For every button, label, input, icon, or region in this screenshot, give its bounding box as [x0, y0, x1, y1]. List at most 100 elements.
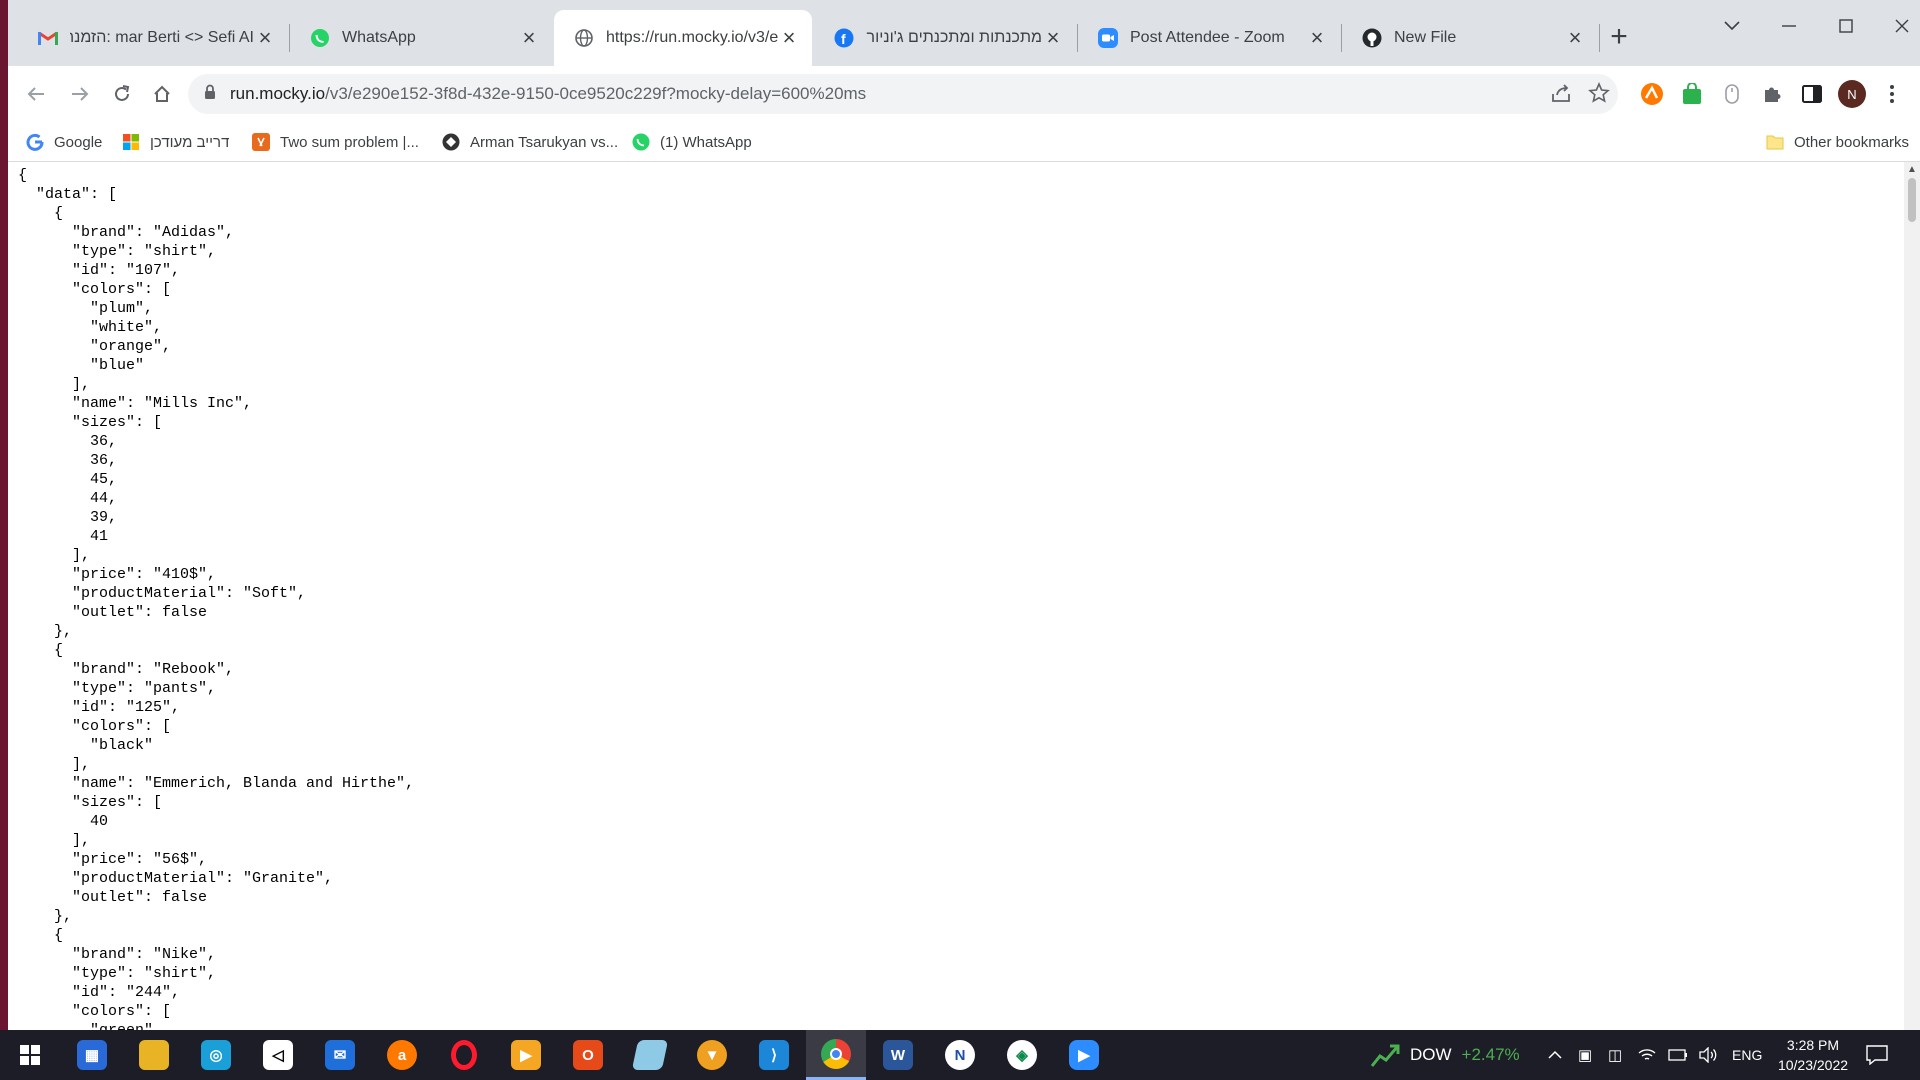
- taskbar-app[interactable]: N: [930, 1030, 990, 1080]
- reload-button[interactable]: [104, 76, 140, 112]
- tray-icon-volume[interactable]: [1698, 1030, 1718, 1080]
- taskbar-app[interactable]: [620, 1030, 680, 1080]
- app-icon: ▼: [697, 1040, 727, 1070]
- close-icon[interactable]: ×: [1564, 25, 1586, 50]
- stock-widget[interactable]: DOW +2.47%: [1370, 1030, 1520, 1080]
- extension-button[interactable]: [1714, 76, 1750, 112]
- close-window-button[interactable]: [1874, 6, 1920, 46]
- new-tab-button[interactable]: +: [1602, 20, 1636, 54]
- extension-button[interactable]: [1674, 76, 1710, 112]
- extension-button[interactable]: [1634, 76, 1670, 112]
- json-response: { "data": [ { "brand": "Adidas", "type":…: [18, 167, 415, 1030]
- taskbar-chrome[interactable]: [806, 1030, 866, 1080]
- stock-name: DOW: [1410, 1045, 1452, 1064]
- close-icon[interactable]: ×: [254, 25, 276, 50]
- opera-icon: [451, 1040, 477, 1070]
- scroll-up-icon[interactable]: ▲: [1907, 164, 1917, 175]
- zoom-icon: [1098, 28, 1118, 48]
- volume-icon: [1699, 1047, 1717, 1063]
- folder-icon: [1766, 133, 1784, 151]
- tab-facebook[interactable]: f מתכנתות ומתכנתים ג'וניורים ×: [814, 10, 1076, 66]
- notifications-button[interactable]: [1866, 1030, 1888, 1080]
- tab-title: מתכנתות ומתכנתים ג'וניורים: [866, 29, 1042, 46]
- taskbar-office[interactable]: O: [558, 1030, 618, 1080]
- tab-whatsapp[interactable]: WhatsApp ×: [290, 10, 552, 66]
- url-path: /v3/e290e152-3f8d-432e-9150-0ce9520c229f…: [325, 84, 867, 103]
- google-icon: [26, 133, 44, 151]
- side-panel-icon: [1802, 85, 1822, 103]
- taskbar-app[interactable]: ◁: [248, 1030, 308, 1080]
- start-button[interactable]: [0, 1030, 60, 1080]
- chevron-up-icon: [1548, 1050, 1562, 1059]
- tray-icon-camera[interactable]: ◫: [1608, 1030, 1622, 1080]
- bookmark-label: Arman Tsarukyan vs...: [470, 133, 619, 151]
- menu-button[interactable]: [1874, 76, 1910, 112]
- other-bookmarks[interactable]: Other bookmarks: [1766, 130, 1909, 154]
- taskbar-media-player[interactable]: ▶: [496, 1030, 556, 1080]
- extensions-button[interactable]: [1754, 76, 1790, 112]
- taskbar: ▦ ◎ ◁ ✉ a ▶ O ▼ ⟩ W N ◈ ▶ DOW +2.47% ▣ ◫…: [0, 1030, 1920, 1080]
- tray-icon-battery[interactable]: [1668, 1030, 1688, 1080]
- mouse-icon: [1725, 84, 1739, 104]
- whatsapp-icon: [310, 28, 330, 48]
- tab-gmail[interactable]: mar Berti <> Sefi AI :הזמנה ×: [18, 10, 288, 66]
- windows-icon: [20, 1045, 40, 1065]
- scroll-thumb[interactable]: [1908, 178, 1916, 222]
- display-icon: ▣: [1578, 1047, 1593, 1064]
- tray-icon-display[interactable]: ▣: [1578, 1030, 1592, 1080]
- close-icon[interactable]: ×: [1042, 25, 1064, 50]
- taskbar-app[interactable]: ◈: [992, 1030, 1052, 1080]
- tab-search-button[interactable]: [1704, 6, 1760, 46]
- bookmark-google[interactable]: Google: [26, 130, 102, 154]
- taskbar-opera[interactable]: [434, 1030, 494, 1080]
- tray-icon-wifi[interactable]: [1638, 1030, 1656, 1080]
- avast-icon: [1641, 83, 1663, 105]
- taskbar-app[interactable]: ▼: [682, 1030, 742, 1080]
- forward-button[interactable]: [62, 76, 98, 112]
- arrow-left-icon: [27, 87, 44, 101]
- camera-icon: ◫: [1608, 1047, 1623, 1064]
- tab-zoom[interactable]: Post Attendee - Zoom ×: [1078, 10, 1340, 66]
- close-icon[interactable]: ×: [1306, 25, 1328, 50]
- taskbar-word[interactable]: W: [868, 1030, 928, 1080]
- minimize-button[interactable]: [1761, 6, 1817, 46]
- show-hidden-icons[interactable]: [1548, 1030, 1562, 1080]
- play-icon: ▶: [511, 1040, 541, 1070]
- profile-button[interactable]: N: [1834, 76, 1870, 112]
- home-icon: [154, 85, 170, 102]
- lock-icon[interactable]: [204, 84, 216, 105]
- taskbar-app[interactable]: ◎: [186, 1030, 246, 1080]
- clock[interactable]: 3:28 PM 10/23/2022: [1770, 1030, 1856, 1080]
- reload-icon: [115, 85, 130, 101]
- bookmark-drive[interactable]: דרייב מעודכן: [122, 130, 229, 154]
- taskbar-avast[interactable]: a: [372, 1030, 432, 1080]
- tab-mocky[interactable]: https://run.mocky.io/v3/e29 ×: [554, 10, 812, 66]
- bookmark-leetcode[interactable]: Two sum problem |...: [252, 130, 419, 154]
- star-icon[interactable]: [1588, 81, 1610, 109]
- taskbar-file-explorer[interactable]: [124, 1030, 184, 1080]
- taskbar-mail[interactable]: ✉: [310, 1030, 370, 1080]
- bookmark-label: (1) WhatsApp: [660, 133, 752, 151]
- close-icon[interactable]: ×: [518, 25, 540, 50]
- taskbar-app-store[interactable]: ▦: [62, 1030, 122, 1080]
- close-icon[interactable]: ×: [778, 25, 800, 50]
- plus-icon: +: [1610, 20, 1628, 53]
- tab-title: WhatsApp: [342, 29, 416, 46]
- bookmark-whatsapp[interactable]: (1) WhatsApp: [632, 130, 752, 154]
- vertical-scrollbar[interactable]: ▲: [1904, 162, 1920, 1030]
- bookmark-label: Google: [54, 133, 103, 151]
- input-language[interactable]: ENG: [1732, 1030, 1762, 1080]
- taskbar-vscode[interactable]: ⟩: [744, 1030, 804, 1080]
- tab-github[interactable]: New File ×: [1342, 10, 1598, 66]
- bookmark-ufc[interactable]: Arman Tsarukyan vs...: [442, 130, 618, 154]
- back-button[interactable]: [18, 76, 54, 112]
- maximize-button[interactable]: [1818, 6, 1874, 46]
- store-icon: ▦: [77, 1040, 107, 1070]
- home-button[interactable]: [144, 76, 180, 112]
- taskbar-zoom[interactable]: ▶: [1054, 1030, 1114, 1080]
- address-bar[interactable]: run.mocky.io/v3/e290e152-3f8d-432e-9150-…: [188, 74, 1618, 114]
- url-text[interactable]: run.mocky.io/v3/e290e152-3f8d-432e-9150-…: [230, 84, 866, 104]
- share-icon[interactable]: [1550, 82, 1572, 109]
- ufc-icon: [442, 133, 460, 151]
- side-panel-button[interactable]: [1794, 76, 1830, 112]
